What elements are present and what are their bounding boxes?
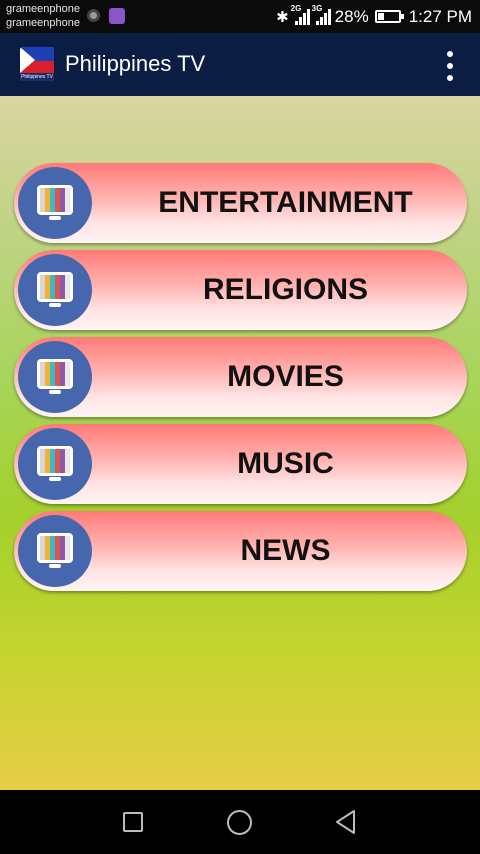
menu-button-label: MUSIC xyxy=(237,447,334,480)
menu-button-label: ENTERTAINMENT xyxy=(158,186,413,219)
network-type: 3G xyxy=(311,3,323,13)
signal-icon: 2G xyxy=(291,4,310,25)
tv-icon xyxy=(18,515,92,587)
back-button[interactable] xyxy=(334,809,358,835)
app-notification-icon xyxy=(109,8,125,24)
status-bar: grameenphone grameenphone ✱ 2G 3G 28% 1:… xyxy=(0,0,480,33)
menu-button-label: NEWS xyxy=(240,534,331,567)
carrier-label: grameenphone xyxy=(6,17,81,29)
menu-button-music[interactable]: MUSIC xyxy=(14,424,467,504)
menu-button-entertainment[interactable]: ENTERTAINMENT xyxy=(14,163,467,243)
menu-button-religions[interactable]: RELIGIONS xyxy=(14,250,467,330)
home-button[interactable] xyxy=(227,810,252,835)
menu-button-news[interactable]: NEWS xyxy=(14,511,467,591)
tv-icon xyxy=(18,341,92,413)
battery-percent: 28% xyxy=(334,6,369,26)
tv-icon xyxy=(18,167,92,239)
overflow-menu-icon[interactable] xyxy=(444,51,456,81)
menu-button-label: MOVIES xyxy=(227,360,344,393)
clock: 1:27 PM xyxy=(408,6,472,26)
network-type: 2G xyxy=(290,3,302,13)
menu-button-label: RELIGIONS xyxy=(202,273,368,306)
recent-apps-button[interactable] xyxy=(123,812,143,832)
app-bar: Philippines TV Philippines TV xyxy=(0,33,480,96)
bluetooth-icon: ✱ xyxy=(276,8,289,26)
tv-icon xyxy=(18,428,92,500)
app-title: Philippines TV xyxy=(65,51,206,76)
menu-button-movies[interactable]: MOVIES xyxy=(14,337,467,417)
philippines-flag-logo: Philippines TV xyxy=(20,47,54,81)
battery-icon xyxy=(374,10,404,23)
logo-caption: Philippines TV xyxy=(20,73,54,81)
carrier-label: grameenphone xyxy=(6,3,81,15)
status-indicators: ✱ 2G 3G 28% 1:27 PM xyxy=(276,0,472,33)
navigation-bar xyxy=(0,790,480,854)
tv-icon xyxy=(18,254,92,326)
signal-icon: 3G xyxy=(312,4,331,25)
category-menu: ENTERTAINMENT RELIGIONS MOVIES MUSIC NEWS xyxy=(0,96,480,790)
notification-icon xyxy=(87,9,100,22)
